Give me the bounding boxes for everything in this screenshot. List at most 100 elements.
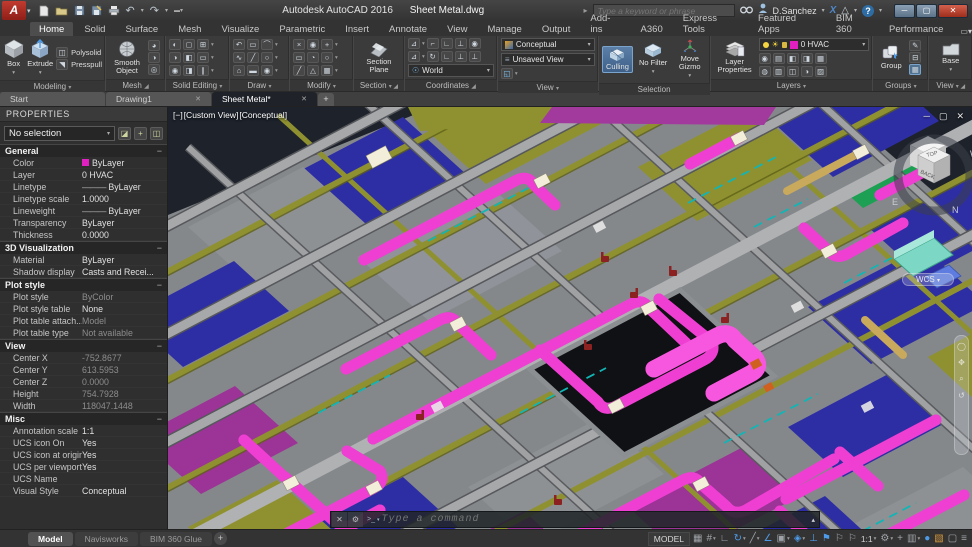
panel-label-draw[interactable]: Draw ▾ bbox=[230, 79, 289, 91]
property-value[interactable]: 0 HVAC bbox=[82, 169, 167, 181]
cmd-expand-icon[interactable]: ▴ bbox=[811, 516, 815, 524]
property-row[interactable]: UCS Name bbox=[0, 473, 167, 485]
file-tab-drawing1[interactable]: Drawing1✕ bbox=[106, 92, 211, 106]
tool-icon[interactable]: ▦ bbox=[321, 65, 333, 76]
tool-icon[interactable]: △ bbox=[307, 65, 319, 76]
tool-icon[interactable]: ◔ bbox=[307, 52, 319, 63]
layer-tool-icon[interactable]: ▨ bbox=[815, 66, 827, 77]
select-objects-icon[interactable]: + bbox=[134, 127, 147, 140]
group-manager-icon[interactable]: ▦ bbox=[909, 64, 921, 75]
panel-label-layers[interactable]: Layers ▾ bbox=[711, 79, 873, 91]
ribbon-tab-insert[interactable]: Insert bbox=[336, 22, 378, 36]
selection-dropdown[interactable]: No selection▾ bbox=[4, 126, 115, 141]
tool-icon[interactable]: ▬ bbox=[247, 65, 259, 76]
osnap-3d-icon[interactable]: ◈▾ bbox=[794, 533, 805, 545]
isolate-objects-icon[interactable]: + bbox=[897, 533, 903, 545]
layer-dropdown[interactable]: ☀ 0 HVAC▾ bbox=[759, 38, 870, 51]
panel-label-section[interactable]: Section ▾ ◢ bbox=[354, 79, 404, 91]
move-gizmo-button[interactable]: Move Gizmo▾ bbox=[673, 38, 707, 81]
mesh-tool-icon[interactable]: ◎ bbox=[148, 64, 160, 75]
section-header-view[interactable]: View− bbox=[0, 339, 167, 352]
tool-icon[interactable]: ◑ bbox=[169, 52, 181, 63]
property-value[interactable]: Model bbox=[82, 315, 167, 327]
pan-icon[interactable]: ✥ bbox=[958, 358, 965, 367]
property-row[interactable]: Plot style tableNone bbox=[0, 303, 167, 315]
section-header-plot-style[interactable]: Plot style− bbox=[0, 278, 167, 291]
ribbon-tab-surface[interactable]: Surface bbox=[116, 22, 167, 36]
property-row[interactable]: Height754.7928 bbox=[0, 388, 167, 400]
tool-icon[interactable]: ◨ bbox=[183, 65, 195, 76]
layer-tool-icon[interactable]: ▥ bbox=[773, 66, 785, 77]
annotation-autoscale-icon[interactable]: ⚐ bbox=[835, 533, 844, 545]
panel-label-solid-editing[interactable]: Solid Editing ▾ bbox=[166, 79, 229, 91]
section-plane-button[interactable]: Section Plane bbox=[357, 40, 401, 75]
osnap-icon[interactable]: ▣▾ bbox=[777, 533, 790, 545]
open-file-icon[interactable] bbox=[55, 5, 68, 16]
clean-screen-icon[interactable]: ▢ bbox=[948, 533, 957, 545]
layer-tool-icon[interactable]: ◑ bbox=[801, 66, 813, 77]
property-value[interactable]: ByColor bbox=[82, 291, 167, 303]
panel-label-coordinates[interactable]: Coordinates ◢ bbox=[405, 79, 497, 91]
view-control[interactable]: [Custom View] bbox=[184, 110, 239, 120]
file-tab-start[interactable]: Start bbox=[0, 92, 105, 106]
layer-tool-icon[interactable]: ▤ bbox=[773, 53, 785, 64]
layer-tool-icon[interactable]: ◨ bbox=[801, 53, 813, 64]
property-row[interactable]: UCS icon at originYes bbox=[0, 449, 167, 461]
ribbon-tab-bim-360[interactable]: BIM 360 bbox=[827, 11, 878, 36]
property-value[interactable]: Yes bbox=[82, 449, 167, 461]
layer-tool-icon[interactable]: ◧ bbox=[787, 53, 799, 64]
minimize-button[interactable]: ─ bbox=[894, 4, 915, 18]
property-row[interactable]: Linetype———ByLayer bbox=[0, 181, 167, 193]
panel-label-mesh[interactable]: Mesh ◢ bbox=[106, 79, 165, 91]
ribbon-tab-output[interactable]: Output bbox=[533, 22, 580, 36]
property-value[interactable]: Not available bbox=[82, 327, 167, 339]
qat-customize-icon[interactable]: ▬▾ bbox=[174, 7, 183, 14]
property-value[interactable]: ———ByLayer bbox=[82, 181, 167, 193]
tool-icon[interactable]: ◐ bbox=[169, 39, 181, 50]
layer-properties-button[interactable]: Layer Properties bbox=[714, 40, 756, 75]
tool-icon[interactable]: × bbox=[293, 39, 305, 50]
layout-tab-model[interactable]: Model bbox=[28, 532, 73, 546]
property-row[interactable]: Thickness0.0000 bbox=[0, 229, 167, 241]
osnap-tracking-icon[interactable]: ∠ bbox=[764, 533, 773, 545]
property-value[interactable]: -752.8677 bbox=[82, 352, 167, 364]
annotation-scale-icon[interactable]: ⚐ bbox=[848, 533, 857, 545]
layer-tool-icon[interactable]: ◍ bbox=[759, 66, 771, 77]
save-icon[interactable] bbox=[74, 5, 85, 16]
restore-button[interactable]: ▢ bbox=[916, 4, 937, 18]
layer-tool-icon[interactable]: ◉ bbox=[759, 53, 771, 64]
section-header-3d-visualization[interactable]: 3D Visualization− bbox=[0, 241, 167, 254]
ribbon-tab-featured-apps[interactable]: Featured Apps bbox=[749, 11, 825, 36]
section-header-misc[interactable]: Misc− bbox=[0, 412, 167, 425]
panel-label-view2[interactable]: View ▾ ◢ bbox=[929, 79, 972, 91]
property-value[interactable]: Yes bbox=[82, 437, 167, 449]
presspull-button[interactable]: ◥Presspull bbox=[56, 59, 102, 70]
property-value[interactable]: ———ByLayer bbox=[82, 205, 167, 217]
ribbon-tab-express-tools[interactable]: Express Tools bbox=[674, 11, 747, 36]
layer-tool-icon[interactable]: ◫ bbox=[787, 66, 799, 77]
property-row[interactable]: Plot table typeNot available bbox=[0, 327, 167, 339]
ucs-tool-icon[interactable]: ⊥ bbox=[469, 51, 481, 62]
tool-icon[interactable]: ⊞ bbox=[197, 39, 209, 50]
app-menu-button[interactable]: A bbox=[2, 1, 26, 20]
property-row[interactable]: MaterialByLayer bbox=[0, 254, 167, 266]
toggle-pickadd-icon[interactable]: ◪ bbox=[118, 127, 131, 140]
plot-preview-icon[interactable]: ▧ bbox=[934, 533, 943, 545]
annotation-scale-value[interactable]: 1:1▾ bbox=[861, 533, 877, 545]
tool-icon[interactable]: ◉ bbox=[307, 39, 319, 50]
viewport-menu-control[interactable]: [−] bbox=[173, 110, 183, 120]
property-value[interactable]: 0.0000 bbox=[82, 229, 167, 241]
ribbon-tab-parametric[interactable]: Parametric bbox=[270, 22, 334, 36]
ucs-dropdown[interactable]: ☉World▾ bbox=[408, 64, 494, 77]
help-caret-icon[interactable]: ▾ bbox=[879, 7, 882, 14]
close-tab-icon[interactable]: ✕ bbox=[301, 95, 307, 103]
smooth-object-button[interactable]: Smooth Object bbox=[109, 39, 145, 76]
property-row[interactable]: TransparencyByLayer bbox=[0, 217, 167, 229]
dynamic-ucs-icon[interactable]: ⊥ bbox=[809, 533, 818, 545]
cmd-customize-icon[interactable]: ⚙ bbox=[348, 512, 363, 527]
tool-icon[interactable]: ↶ bbox=[233, 39, 245, 50]
vp-minimize-icon[interactable]: ─ bbox=[924, 111, 930, 122]
group-selection-icon[interactable]: ⊟ bbox=[909, 52, 921, 63]
property-row[interactable]: ColorByLayer bbox=[0, 157, 167, 169]
ucs-tool-icon[interactable]: ∟ bbox=[441, 51, 453, 62]
